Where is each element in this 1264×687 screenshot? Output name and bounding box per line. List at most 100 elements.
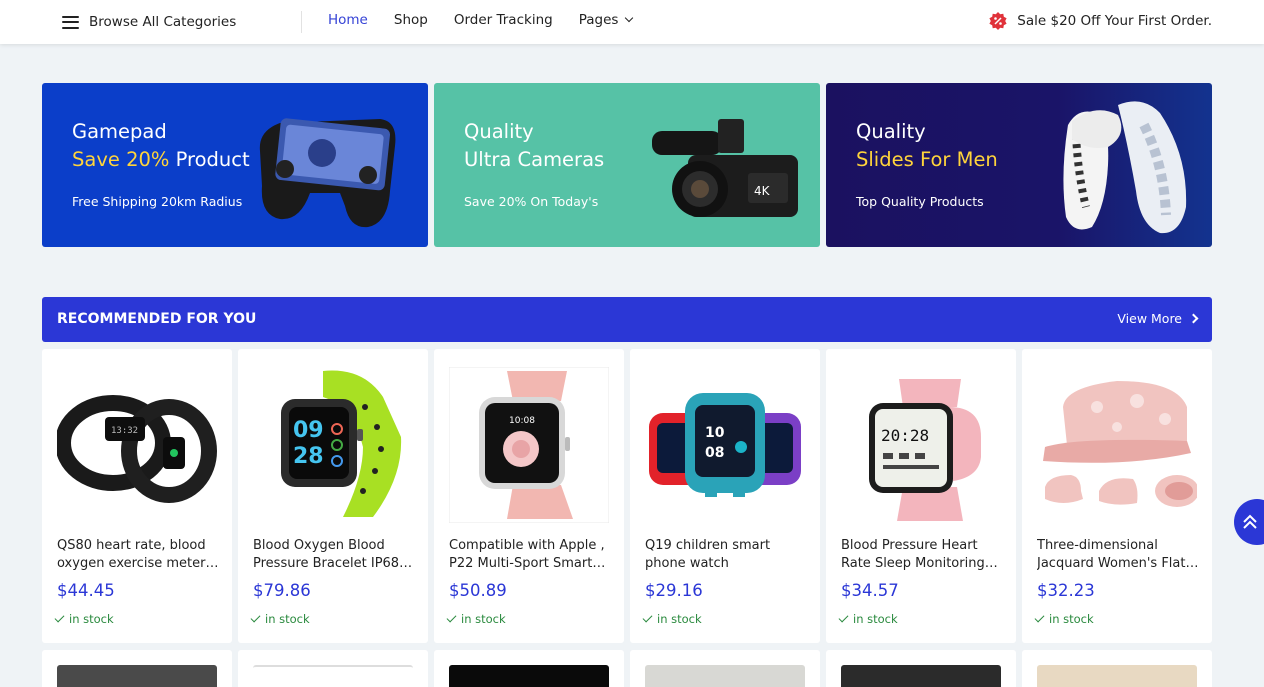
chevron-right-icon <box>1188 313 1199 324</box>
hamburger-menu-icon <box>62 15 79 29</box>
product-price: $29.16 <box>645 581 703 600</box>
svg-text:20:28: 20:28 <box>881 426 929 445</box>
stock-label: in stock <box>69 612 114 626</box>
nav-order-tracking-link[interactable]: Order Tracking <box>454 12 553 28</box>
nav-pages-dropdown[interactable]: Pages <box>578 12 634 28</box>
banner-subtext: Top Quality Products <box>856 194 984 209</box>
slides-image <box>1063 101 1187 234</box>
banner-line2-rest: Ultra Cameras <box>464 148 605 171</box>
stock-label: in stock <box>461 612 506 626</box>
divider <box>301 11 302 33</box>
product-name: Q19 children smart phone watch <box>645 538 771 571</box>
product-card[interactable]: 20:28 Blood Pressure Heart Rate Sleep Mo… <box>826 349 1016 643</box>
camera-image: 4K <box>652 119 798 217</box>
banner-cameras[interactable]: Quality Ultra Cameras Save 20% On Today'… <box>434 83 820 247</box>
browse-categories-label: Browse All Categories <box>89 14 237 30</box>
product-name: Three-dimensional Jacquard Women's Flat … <box>1037 538 1186 571</box>
product-name: Blood Oxygen Blood Pressure Bracelet IP6… <box>253 538 400 571</box>
product-card[interactable]: 13:32 QS80 heart rate, blood oxygen exer… <box>42 349 232 643</box>
product-card[interactable] <box>826 650 1016 687</box>
product-name: Blood Pressure Heart Rate Sleep Monitori… <box>841 538 985 571</box>
product-card[interactable]: Three-dimensional Jacquard Women's Flat … <box>1022 349 1212 643</box>
promo-text: Sale $20 Off Your First Order. <box>1017 13 1212 29</box>
banner-line2: Ultra Cameras <box>464 148 604 171</box>
stock-status: in stock <box>250 612 310 626</box>
product-card[interactable]: 09 28 Blood Oxygen Blood Pressure Bracel… <box>238 349 428 643</box>
product-image <box>1037 665 1197 687</box>
banner-line1: Gamepad <box>72 120 167 143</box>
svg-text:09: 09 <box>293 418 324 443</box>
view-more-label: View More <box>1117 311 1182 326</box>
product-card[interactable] <box>42 650 232 687</box>
banner-line1: Quality <box>856 120 926 143</box>
nav-home-link[interactable]: Home <box>328 12 368 28</box>
chevron-down-icon <box>625 13 634 23</box>
stock-label: in stock <box>853 612 898 626</box>
product-name: QS80 heart rate, blood oxygen exercise m… <box>57 538 210 571</box>
pink-smartwatch-image: 20:28 <box>869 379 981 521</box>
stock-label: in stock <box>265 612 310 626</box>
product-card[interactable] <box>238 650 428 687</box>
kids-watch-image: 10 08 <box>649 393 801 497</box>
svg-text:10:08: 10:08 <box>509 416 535 426</box>
double-chevron-up-icon <box>1243 514 1257 529</box>
top-navbar: Browse All Categories Home Shop Order Tr… <box>0 0 1264 44</box>
stock-status: in stock <box>446 612 506 626</box>
stock-status: in stock <box>54 612 114 626</box>
banner-line2-rest: Product <box>169 148 250 171</box>
stock-status: in stock <box>838 612 898 626</box>
product-name: Compatible with Apple , P22 Multi-Sport … <box>449 538 605 571</box>
stock-status: in stock <box>1034 612 1094 626</box>
product-price: $32.23 <box>1037 581 1095 600</box>
section-title: RECOMMENDED FOR YOU <box>57 311 257 327</box>
product-price: $44.45 <box>57 581 115 600</box>
banner-subtext: Free Shipping 20km Radius <box>72 194 243 209</box>
banner-line2: Slides For Men <box>856 148 998 171</box>
nav-shop-link[interactable]: Shop <box>394 12 428 28</box>
product-image <box>645 665 805 687</box>
recommended-header: RECOMMENDED FOR YOU View More <box>42 297 1212 342</box>
fitness-band-image: 13:32 <box>57 395 217 503</box>
browse-categories-button[interactable]: Browse All Categories <box>62 12 236 32</box>
main-nav: Home Shop Order Tracking Pages <box>328 12 658 28</box>
banner-gamepad[interactable]: Gamepad Save 20% Product Free Shipping 2… <box>42 83 428 247</box>
checkmark-icon <box>446 612 457 623</box>
checkmark-icon <box>54 612 65 623</box>
stock-status: in stock <box>642 612 702 626</box>
banner-slides[interactable]: Quality Slides For Men Top Quality Produ… <box>826 83 1212 247</box>
svg-text:13:32: 13:32 <box>111 426 138 436</box>
nav-shop-label: Shop <box>393 12 428 28</box>
pink-watch-image: 10:08 <box>449 367 609 523</box>
gamepad-image <box>259 118 396 228</box>
discount-badge-icon <box>989 12 1007 30</box>
nav-pages-label: Pages <box>578 12 619 28</box>
nav-order-tracking-label: Order Tracking <box>453 12 553 28</box>
product-card[interactable]: 10:08 Compatible with Apple , P22 Multi-… <box>434 349 624 643</box>
product-image <box>253 665 413 687</box>
view-more-link[interactable]: View More <box>1117 311 1199 326</box>
product-price: $50.89 <box>449 581 507 600</box>
product-card[interactable] <box>630 650 820 687</box>
promo-message: Sale $20 Off Your First Order. <box>988 11 1212 31</box>
product-image <box>57 665 217 687</box>
product-image <box>449 665 609 687</box>
product-price: $34.57 <box>841 581 899 600</box>
svg-text:08: 08 <box>705 445 724 461</box>
nav-home-label: Home <box>328 12 368 28</box>
svg-text:28: 28 <box>293 444 324 469</box>
product-price: $79.86 <box>253 581 311 600</box>
checkmark-icon <box>838 612 849 623</box>
svg-text:10: 10 <box>705 425 725 441</box>
svg-text:4K: 4K <box>754 184 771 198</box>
product-image <box>841 665 1001 687</box>
banner-subtext: Save 20% On Today's <box>464 194 599 209</box>
stock-label: in stock <box>657 612 702 626</box>
banner-highlight: Slides For Men <box>856 148 998 171</box>
product-card[interactable]: 10 08 Q19 children smart phone watch $29… <box>630 349 820 643</box>
checkmark-icon <box>1034 612 1045 623</box>
product-card[interactable] <box>434 650 624 687</box>
sport-watch-image: 09 28 <box>281 370 402 517</box>
scroll-to-top-button[interactable] <box>1234 499 1264 545</box>
product-card[interactable] <box>1022 650 1212 687</box>
pink-cap-image <box>1043 381 1197 507</box>
